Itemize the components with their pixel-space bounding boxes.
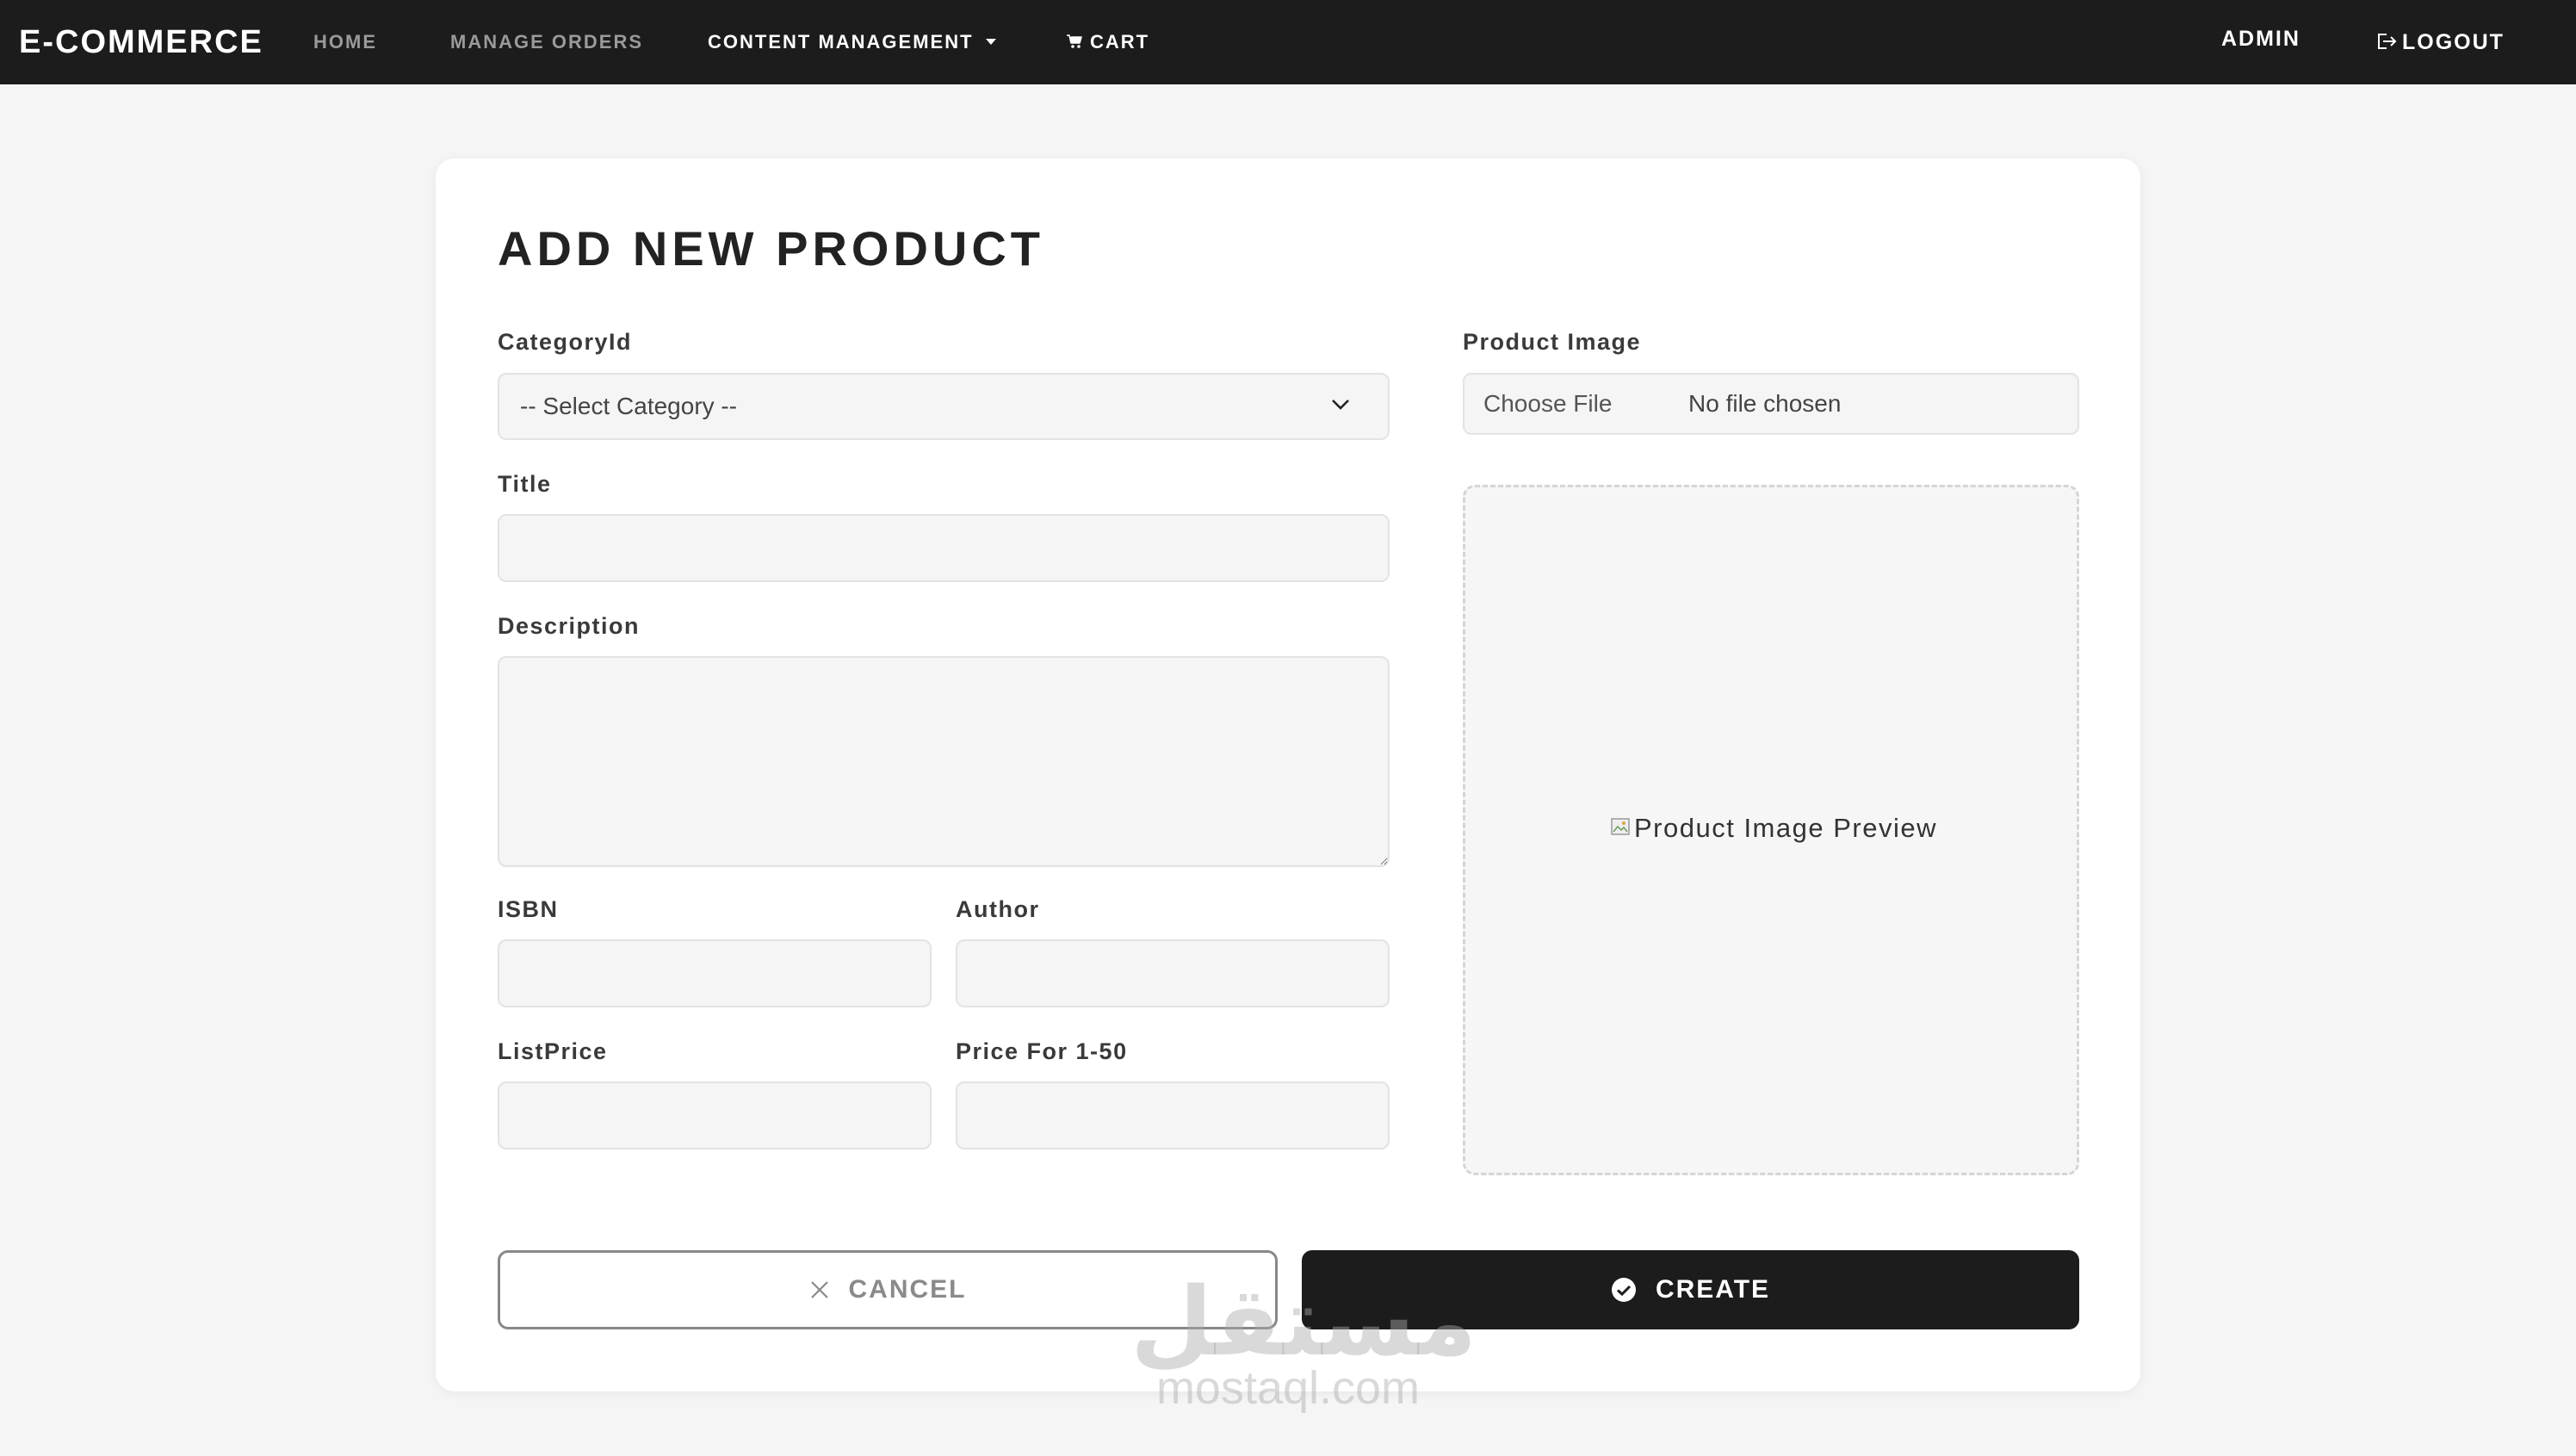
image-preview-alt-text: Product Image Preview	[1634, 813, 1937, 843]
author-label: Author	[956, 896, 1040, 922]
isbn-label: ISBN	[498, 896, 559, 922]
nav-logout-link[interactable]: LOGOUT	[2376, 0, 2505, 84]
file-status-text: No file chosen	[1688, 390, 1842, 417]
author-input[interactable]	[956, 939, 1390, 1007]
price-1-50-label: Price For 1-50	[956, 1038, 1128, 1064]
check-circle-icon	[1611, 1277, 1637, 1303]
title-input[interactable]	[498, 514, 1390, 582]
add-product-card: ADD NEW PRODUCT CategoryId -- Select Cat…	[436, 158, 2140, 1391]
product-image-file-input[interactable]: Choose File No file chosen	[1463, 373, 2079, 435]
category-select-value: -- Select Category --	[520, 393, 738, 419]
top-navbar: E-COMMERCE HOME MANAGE ORDERS CONTENT MA…	[0, 0, 2576, 84]
broken-image-icon	[1611, 818, 1630, 835]
image-preview-box: Product Image Preview	[1463, 485, 2079, 1175]
nav-home-link[interactable]: HOME	[313, 0, 377, 84]
caret-down-icon	[985, 38, 996, 45]
list-price-label: ListPrice	[498, 1038, 608, 1064]
title-label: Title	[498, 471, 552, 497]
price-1-50-input[interactable]	[956, 1081, 1390, 1149]
nav-logout-label: LOGOUT	[2402, 30, 2505, 54]
page-title: ADD NEW PRODUCT	[498, 221, 1044, 276]
category-select[interactable]: -- Select Category --	[498, 373, 1390, 440]
cart-icon	[1067, 34, 1082, 48]
nav-admin-user[interactable]: ADMIN	[2221, 0, 2300, 81]
isbn-input[interactable]	[498, 939, 932, 1007]
nav-cart-link[interactable]: CART	[1066, 0, 1149, 84]
create-button-label: CREATE	[1655, 1275, 1771, 1304]
logout-icon	[2378, 34, 2397, 50]
description-label: Description	[498, 613, 641, 639]
product-image-label: Product Image	[1463, 329, 1642, 355]
brand-logo[interactable]: E-COMMERCE	[19, 0, 263, 84]
image-preview-alt: Product Image Preview	[1610, 813, 1937, 844]
close-icon	[809, 1279, 830, 1300]
nav-content-management-dropdown[interactable]: CONTENT MANAGEMENT	[708, 0, 996, 84]
create-button[interactable]: CREATE	[1302, 1250, 2079, 1329]
choose-file-button[interactable]: Choose File	[1483, 375, 1612, 433]
category-label: CategoryId	[498, 329, 633, 355]
chevron-down-icon	[1332, 400, 1349, 410]
cancel-button[interactable]: CANCEL	[498, 1250, 1278, 1329]
nav-cart-label: CART	[1090, 31, 1150, 53]
nav-manage-orders-link[interactable]: MANAGE ORDERS	[450, 0, 643, 84]
list-price-input[interactable]	[498, 1081, 932, 1149]
description-textarea[interactable]	[498, 656, 1390, 867]
cancel-button-label: CANCEL	[848, 1275, 967, 1304]
nav-content-management-label: CONTENT MANAGEMENT	[708, 31, 974, 53]
